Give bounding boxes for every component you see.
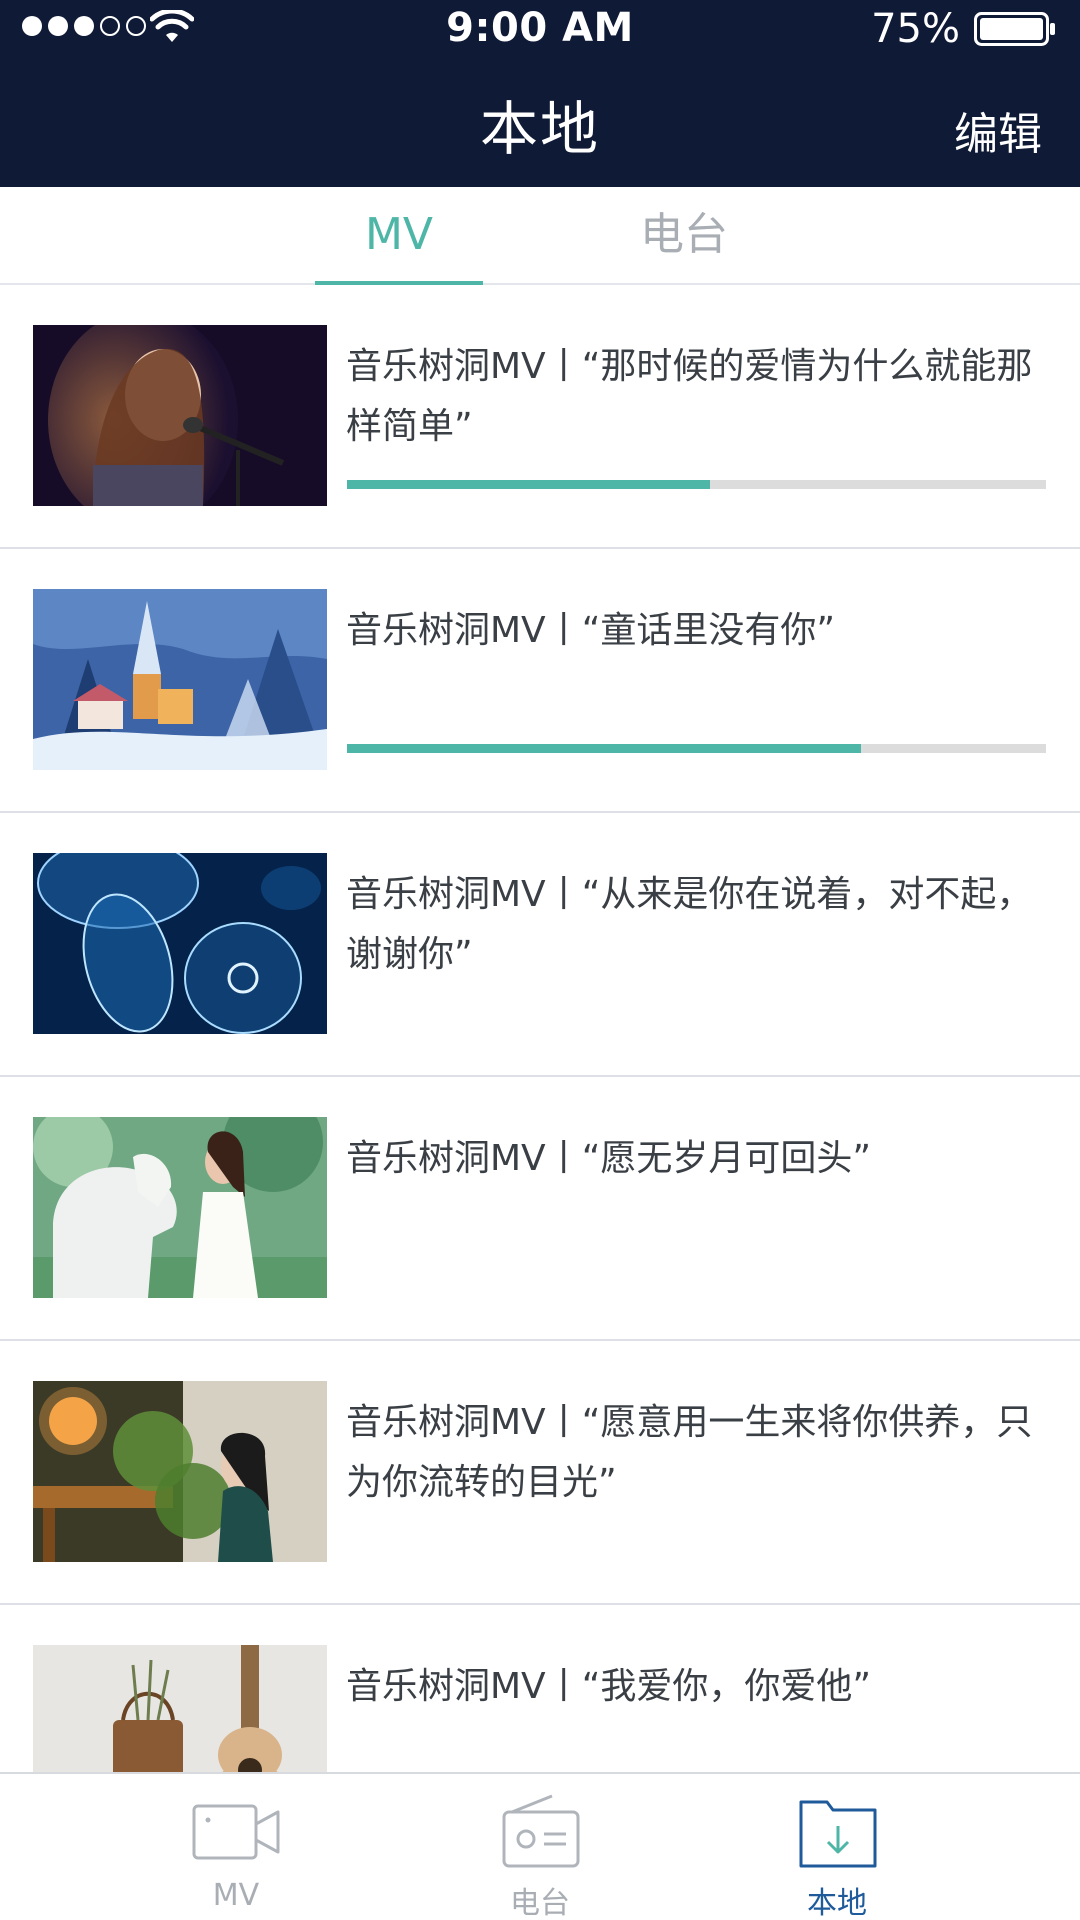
bottom-nav: MV 电台 本地: [0, 1772, 1080, 1920]
thumbnail-image: [33, 325, 327, 506]
radio-icon: [502, 1794, 580, 1868]
nav-label-local: 本地: [807, 1886, 867, 1920]
nav-label-mv: MV: [212, 1878, 260, 1913]
item-title: 音乐树洞MV丨“从来是你在说着，对不起，谢谢你”: [346, 874, 1033, 975]
header: 9:00 AM 75% 本地 编辑: [0, 0, 1080, 187]
edit-button[interactable]: 编辑: [954, 98, 1042, 162]
thumbnail-image: [33, 1645, 327, 1772]
download-folder-icon: [799, 1800, 877, 1868]
app-root: 9:00 AM 75% 本地 编辑 MV 电台 音乐树洞MV丨“那时候的爱情为什…: [0, 0, 1080, 1920]
nav-item-radio[interactable]: 电台: [440, 1774, 640, 1920]
tab-bar: MV 电台: [0, 187, 1080, 285]
mv-list: 音乐树洞MV丨“那时候的爱情为什么就能那样简单” 音乐树洞MV丨“童话里没有你”…: [0, 285, 1080, 1772]
item-title: 音乐树洞MV丨“那时候的爱情为什么就能那样简单”: [346, 346, 1033, 447]
list-item[interactable]: 音乐树洞MV丨“那时候的爱情为什么就能那样简单”: [0, 285, 1080, 549]
thumbnail-image: [33, 589, 327, 770]
tab-radio[interactable]: 电台: [600, 187, 768, 283]
download-progress-bar: [347, 744, 1046, 753]
item-title: 音乐树洞MV丨“我爱你，你爱他”: [346, 1666, 871, 1707]
progress-fill: [347, 744, 861, 753]
item-title: 音乐树洞MV丨“童话里没有你”: [346, 610, 835, 651]
thumbnail-image: [33, 1117, 327, 1298]
status-bar: 9:00 AM 75%: [0, 0, 1080, 60]
item-title: 音乐树洞MV丨“愿无岁月可回头”: [346, 1138, 871, 1179]
video-camera-icon: [192, 1804, 280, 1860]
nav-label-radio: 电台: [510, 1886, 570, 1920]
nav-item-local[interactable]: 本地: [737, 1774, 937, 1920]
list-item[interactable]: 音乐树洞MV丨“愿无岁月可回头”: [0, 1077, 1080, 1341]
nav-item-mv[interactable]: MV: [136, 1774, 336, 1920]
list-item[interactable]: 音乐树洞MV丨“童话里没有你”: [0, 549, 1080, 813]
list-item[interactable]: 音乐树洞MV丨“从来是你在说着，对不起，谢谢你”: [0, 813, 1080, 1077]
battery-icon: [974, 12, 1055, 46]
item-title: 音乐树洞MV丨“愿意用一生来将你供养，只为你流转的目光”: [346, 1402, 1033, 1503]
page-title: 本地: [479, 95, 600, 163]
download-progress-bar: [347, 480, 1046, 489]
list-item[interactable]: 音乐树洞MV丨“愿意用一生来将你供养，只为你流转的目光”: [0, 1341, 1080, 1605]
thumbnail-image: [33, 853, 327, 1034]
progress-fill: [347, 480, 711, 489]
tab-mv[interactable]: MV: [315, 187, 483, 285]
battery-percentage: 75%: [871, 6, 960, 52]
thumbnail-image: [33, 1381, 327, 1562]
list-item[interactable]: 音乐树洞MV丨“我爱你，你爱他”: [0, 1605, 1080, 1772]
